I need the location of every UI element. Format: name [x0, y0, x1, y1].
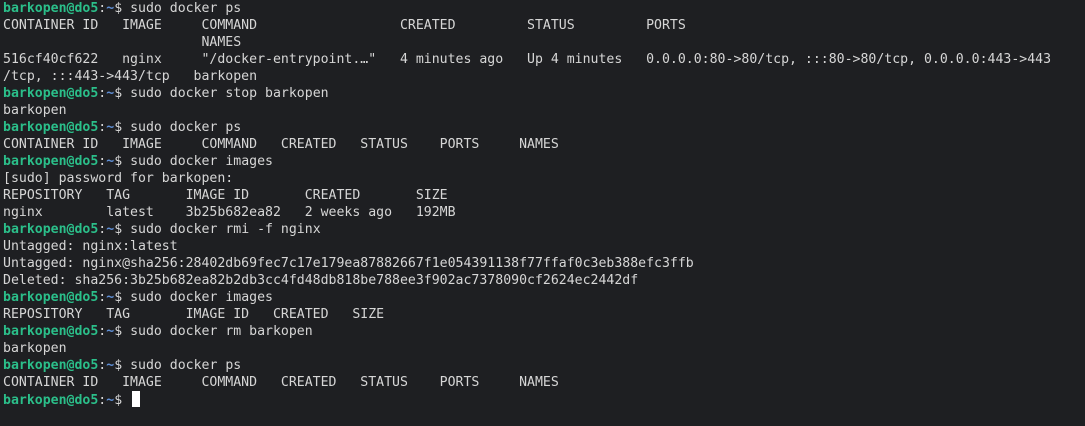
text-cursor — [132, 391, 141, 407]
terminal-window[interactable]: barkopen@do5:~$ sudo docker ps CONTAINER … — [0, 0, 1085, 426]
command-text: sudo docker ps — [130, 120, 242, 135]
prompt-user-host: barkopen@do5 — [3, 120, 99, 135]
prompt-symbol: $ — [114, 324, 131, 339]
output-line: /tcp, :::443->443/tcp barkopen — [3, 68, 257, 85]
prompt-user-host: barkopen@do5 — [3, 154, 99, 169]
prompt-user-host: barkopen@do5 — [3, 86, 99, 101]
prompt-user-host: barkopen@do5 — [3, 324, 99, 339]
prompt-path: ~ — [106, 120, 115, 135]
output-text: nginx latest 3b25b682ea82 2 weeks ago 19… — [3, 205, 456, 220]
output-text: REPOSITORY TAG IMAGE ID CREATED SIZE — [3, 307, 385, 322]
prompt-user-host: barkopen@do5 — [3, 393, 99, 408]
output-line: barkopen — [3, 340, 67, 357]
output-line: REPOSITORY TAG IMAGE ID CREATED SIZE — [3, 306, 384, 323]
output-text: Untagged: nginx@sha256:28402db69fec7c17e… — [3, 256, 694, 271]
prompt-symbol: $ — [114, 86, 131, 101]
output-line: Untagged: nginx@sha256:28402db69fec7c17e… — [3, 255, 694, 272]
output-line: REPOSITORY TAG IMAGE ID CREATED SIZE — [3, 187, 448, 204]
prompt-symbol: $ — [114, 358, 131, 373]
command-text: sudo docker rm barkopen — [130, 324, 313, 339]
command-text: sudo docker images — [130, 290, 273, 305]
command-text: sudo docker rmi -f nginx — [130, 222, 321, 237]
output-text: CONTAINER ID IMAGE COMMAND CREATED STATU… — [3, 18, 686, 33]
prompt-line: barkopen@do5:~$ sudo docker rmi -f nginx — [3, 221, 321, 238]
prompt-symbol: $ — [114, 290, 131, 305]
output-line: nginx latest 3b25b682ea82 2 weeks ago 19… — [3, 204, 456, 221]
output-text: [sudo] password for barkopen: — [3, 171, 234, 186]
output-text: REPOSITORY TAG IMAGE ID CREATED SIZE — [3, 188, 448, 203]
command-text: sudo docker images — [130, 154, 273, 169]
prompt-user-host: barkopen@do5 — [3, 358, 99, 373]
prompt-path: ~ — [106, 154, 115, 169]
prompt-path: ~ — [106, 1, 115, 16]
output-line: CONTAINER ID IMAGE COMMAND CREATED STATU… — [3, 17, 686, 34]
command-text: sudo docker ps — [130, 358, 242, 373]
prompt-path: ~ — [106, 86, 115, 101]
prompt-line: barkopen@do5:~$ sudo docker images — [3, 289, 273, 306]
command-text: sudo docker stop barkopen — [130, 86, 329, 101]
prompt-line: barkopen@do5:~$ sudo docker images — [3, 153, 273, 170]
output-line: Untagged: nginx:latest — [3, 238, 178, 255]
prompt-line: barkopen@do5:~$ sudo docker ps — [3, 357, 241, 374]
output-line: Deleted: sha256:3b25b682ea82b2db3cc4fd48… — [3, 272, 638, 289]
prompt-path: ~ — [106, 290, 115, 305]
output-line: [sudo] password for barkopen: — [3, 170, 233, 187]
output-text: barkopen — [3, 341, 67, 356]
output-line: barkopen — [3, 102, 67, 119]
prompt-line: barkopen@do5:~$ sudo docker ps — [3, 0, 241, 17]
prompt-line: barkopen@do5:~$ sudo docker rm barkopen — [3, 323, 313, 340]
prompt-user-host: barkopen@do5 — [3, 290, 99, 305]
prompt-symbol: $ — [114, 1, 131, 16]
output-line: CONTAINER ID IMAGE COMMAND CREATED STATU… — [3, 374, 559, 391]
output-text: barkopen — [3, 103, 67, 118]
prompt-symbol: $ — [114, 154, 131, 169]
prompt-line: barkopen@do5:~$ sudo docker stop barkope… — [3, 85, 329, 102]
output-text: Deleted: sha256:3b25b682ea82b2db3cc4fd48… — [3, 273, 639, 288]
prompt-user-host: barkopen@do5 — [3, 222, 99, 237]
command-text: sudo docker ps — [130, 1, 242, 16]
prompt-line: barkopen@do5:~$ — [3, 391, 141, 408]
prompt-path: ~ — [106, 358, 115, 373]
output-line: CONTAINER ID IMAGE COMMAND CREATED STATU… — [3, 136, 559, 153]
output-text: 516cf40cf622 nginx "/docker-entrypoint.…… — [3, 52, 1052, 67]
prompt-symbol: $ — [114, 222, 131, 237]
prompt-path: ~ — [106, 393, 115, 408]
prompt-symbol: $ — [114, 393, 131, 408]
output-text: /tcp, :::443->443/tcp barkopen — [3, 69, 258, 84]
prompt-path: ~ — [106, 222, 115, 237]
prompt-line: barkopen@do5:~$ sudo docker ps — [3, 119, 241, 136]
output-line: 516cf40cf622 nginx "/docker-entrypoint.…… — [3, 51, 1051, 68]
prompt-path: ~ — [106, 324, 115, 339]
output-text: NAMES — [3, 35, 242, 50]
output-text: Untagged: nginx:latest — [3, 239, 178, 254]
prompt-user-host: barkopen@do5 — [3, 1, 99, 16]
output-text: CONTAINER ID IMAGE COMMAND CREATED STATU… — [3, 375, 559, 390]
output-text: CONTAINER ID IMAGE COMMAND CREATED STATU… — [3, 137, 559, 152]
prompt-symbol: $ — [114, 120, 131, 135]
output-line: NAMES — [3, 34, 241, 51]
